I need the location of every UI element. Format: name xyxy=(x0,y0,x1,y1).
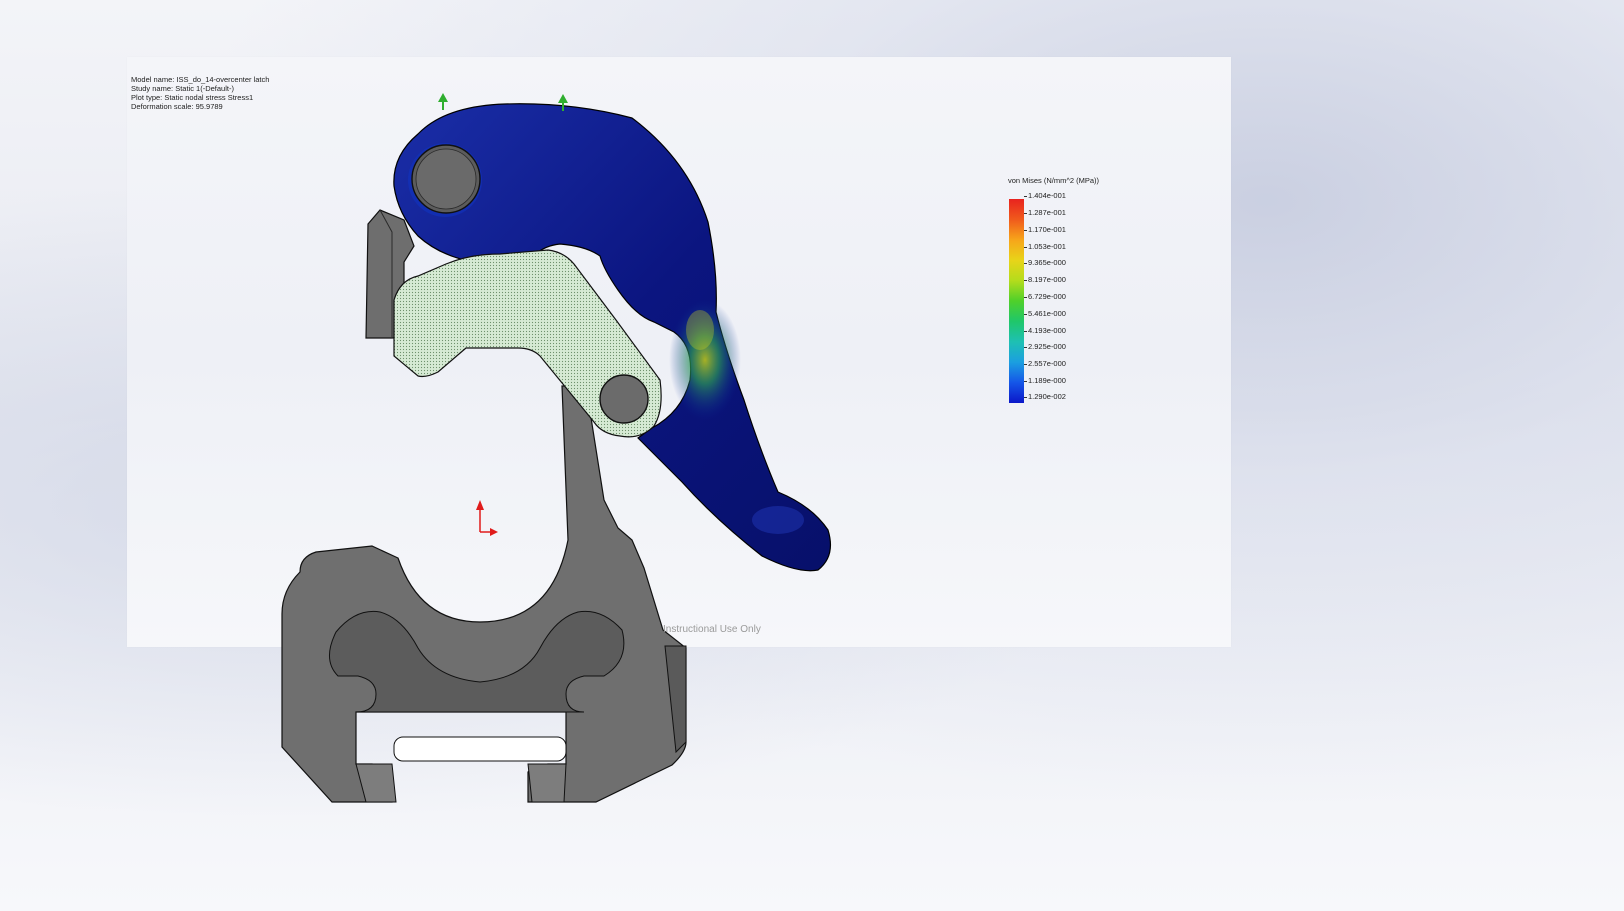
base-body xyxy=(281,385,687,803)
legend-tick: 1.287e-001 xyxy=(1024,208,1066,217)
axis-triad-icon xyxy=(476,500,498,536)
legend-tick: 1.404e-001 xyxy=(1024,191,1066,200)
legend-tick: 1.290e-002 xyxy=(1024,392,1066,401)
legend-title: von Mises (N/mm^2 (MPa)) xyxy=(1008,176,1100,185)
legend-tick: 1.053e-001 xyxy=(1024,242,1066,251)
legend-tick: 1.189e-000 xyxy=(1024,376,1066,385)
legend-tick: 2.925e-000 xyxy=(1024,342,1066,351)
stress-color-scale[interactable] xyxy=(1009,199,1024,403)
legend-tick: 9.365e-000 xyxy=(1024,258,1066,267)
legend-tick: 4.193e-000 xyxy=(1024,326,1066,335)
legend-tick: 8.197e-000 xyxy=(1024,275,1066,284)
instructional-watermark: Instructional Use Only xyxy=(663,624,761,635)
legend-tick: 2.557e-000 xyxy=(1024,359,1066,368)
legend-tick: 1.170e-001 xyxy=(1024,225,1066,234)
legend-tick: 6.729e-000 xyxy=(1024,292,1066,301)
legend-tick: 5.461e-000 xyxy=(1024,309,1066,318)
model-graphics[interactable] xyxy=(0,0,1624,911)
